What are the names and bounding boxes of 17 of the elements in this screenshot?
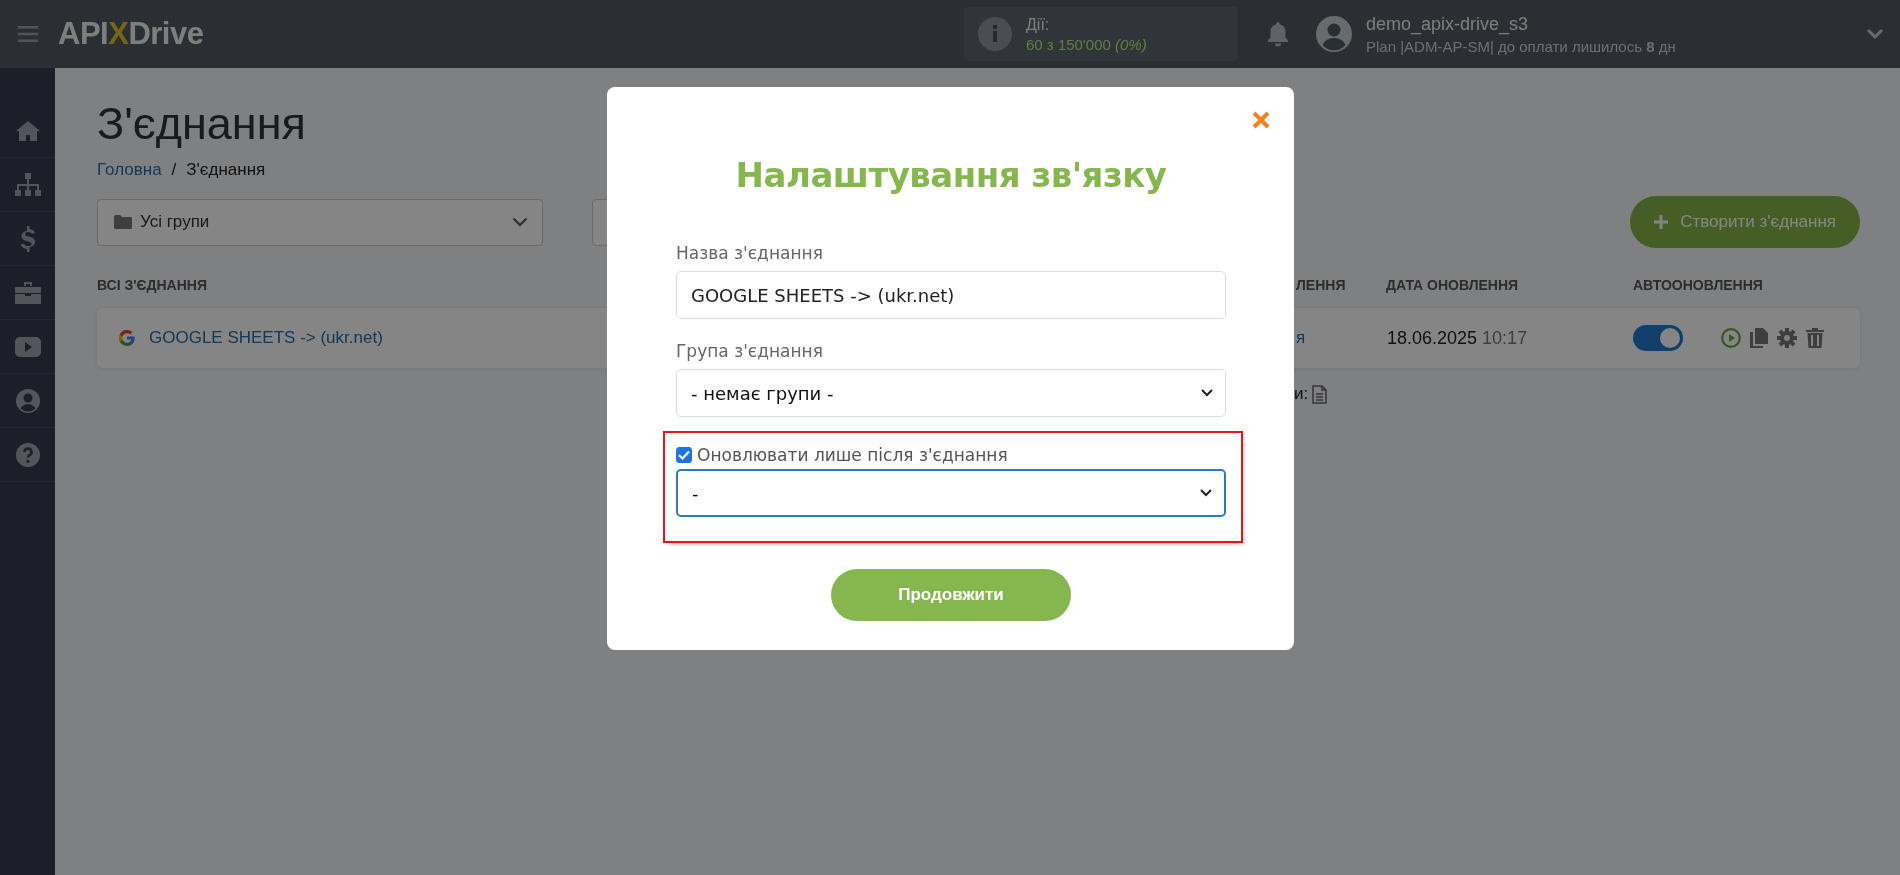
field-label: Назва з'єднання [676, 243, 824, 263]
plan-info: Plan |ADM-AP-SM| до оплати лишилось 8 дн [1366, 37, 1677, 55]
column-header: ДАТА ОНОВЛЕННЯ [1386, 277, 1520, 293]
field-label: Група з'єднання [676, 341, 824, 361]
table-cell-text: я [1295, 328, 1307, 348]
dialog-title: Налаштування зв'язку [734, 155, 1168, 195]
column-header: ЛЕННЯ [1295, 277, 1347, 293]
column-header: ВСІ З'ЄДНАННЯ [97, 277, 208, 293]
username: demo_apix-drive_s3 [1366, 13, 1530, 35]
breadcrumb-separator: / [171, 160, 177, 180]
actions-value: 60 з 150'000 (0%) [1026, 35, 1147, 53]
breadcrumb-current: З'єднання [186, 160, 266, 180]
footer-text: и: [1294, 384, 1309, 404]
actions-label: Дії: [1026, 15, 1051, 34]
page-title: З'єднання [97, 98, 306, 150]
column-header: АВТООНОВЛЕННЯ [1633, 277, 1764, 293]
update-date: 18.06.2025 10:17 [1386, 327, 1529, 349]
